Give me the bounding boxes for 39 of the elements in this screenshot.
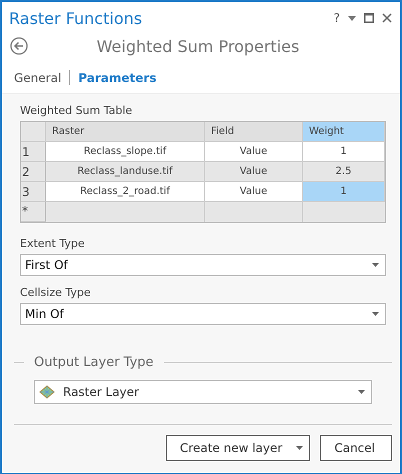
raster-layer-icon [39, 385, 55, 399]
row-number: 3 [21, 182, 46, 202]
field-label: Extent Type [20, 237, 86, 250]
column-header[interactable]: Raster [46, 122, 205, 142]
table-cell: Value [205, 142, 303, 162]
field-label: Cellsize Type [20, 286, 92, 299]
caret-icon [296, 446, 304, 450]
tab[interactable]: Parameters [78, 70, 156, 84]
page-title: Weighted Sum Properties [96, 36, 300, 56]
table-cell[interactable]: 1 [303, 142, 385, 162]
table-cell[interactable]: 2.5 [303, 162, 385, 182]
table-cell: Value [205, 182, 303, 202]
tab[interactable]: General [14, 70, 62, 84]
close-icon[interactable] [382, 13, 392, 23]
dropdown[interactable]: Min Of [20, 303, 386, 325]
group-title: Output Layer Type [34, 355, 154, 370]
table-cell: Reclass_slope.tif [46, 142, 205, 162]
cancel-button[interactable]: Cancel [320, 435, 392, 461]
column-header[interactable]: Field [205, 122, 303, 142]
help-button[interactable]: ? [334, 11, 340, 25]
table-cell[interactable]: 1 [303, 182, 385, 202]
table-cell: Value [205, 162, 303, 182]
dropdown[interactable]: First Of [20, 254, 386, 276]
column-header[interactable]: Weight [303, 122, 385, 142]
table-cell: Reclass_landuse.tif [46, 162, 205, 182]
new-row-marker: * [21, 202, 46, 222]
back-icon[interactable] [10, 37, 28, 55]
maximize-icon[interactable] [364, 13, 374, 23]
split-button[interactable]: Create new layer [166, 435, 310, 461]
caret-icon [372, 263, 379, 267]
section-label: Weighted Sum Table [20, 104, 134, 117]
row-number: 1 [21, 142, 46, 162]
dropdown-icon[interactable] [348, 16, 356, 20]
table-cell: Reclass_2_road.tif [46, 182, 205, 202]
window-title: Raster Functions [9, 8, 142, 28]
row-number: 2 [21, 162, 46, 182]
caret-icon [358, 390, 365, 394]
caret-icon [372, 312, 379, 316]
dropdown[interactable]: Raster Layer [34, 380, 372, 404]
